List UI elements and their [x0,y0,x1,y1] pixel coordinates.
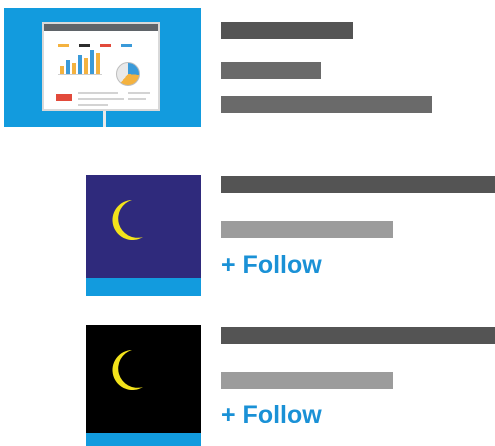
red-label-block [56,94,72,101]
legend-dash-blue [121,44,132,47]
presentation-meta-placeholder [221,96,432,113]
channel-subtitle-placeholder [221,372,393,389]
follow-button[interactable]: + Follow [221,401,322,429]
pie-chart-icon [116,62,140,86]
screen-text-line [78,92,118,94]
legend-dash-black [79,44,90,47]
presentation-subtitle-placeholder [221,62,321,79]
thumbnail-accent-strip [86,433,201,446]
crescent-moon-icon [112,200,143,240]
screen-stand [103,111,106,127]
channel-thumbnail[interactable] [86,175,201,296]
presentation-title-placeholder[interactable] [221,22,353,39]
screen-text-line [78,104,108,106]
screen-text-line [128,92,150,94]
crescent-moon-icon [112,350,143,390]
legend-dash-yellow [58,44,69,47]
screen-header-bar [44,24,158,31]
chart-bar [96,53,100,74]
channel-title-placeholder[interactable] [221,176,495,193]
chart-baseline [58,74,102,75]
chart-bar [72,63,76,74]
presentation-thumbnail[interactable] [4,8,201,127]
chart-bar [78,55,82,74]
chart-bar [84,58,88,74]
chart-bar [90,50,94,74]
thumbnail-accent-strip [86,278,201,296]
channel-thumbnail[interactable] [86,325,201,446]
follow-button[interactable]: + Follow [221,251,322,279]
screen-text-line [78,98,124,100]
channel-title-placeholder[interactable] [221,327,495,344]
channel-subtitle-placeholder [221,221,393,238]
screen-text-line [128,98,146,100]
chart-bar [60,66,64,74]
presentation-board-icon [42,22,160,111]
chart-bar [66,60,70,74]
legend-dash-red [100,44,111,47]
